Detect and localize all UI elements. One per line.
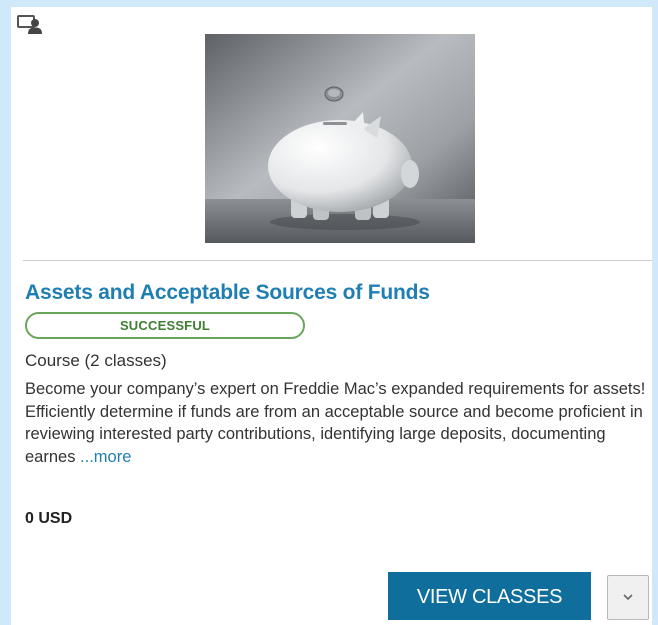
course-description: Become your company’s expert on Freddie … [25,378,649,468]
piggy-bank-image [205,34,475,243]
view-classes-button[interactable]: VIEW CLASSES [388,572,591,620]
more-link[interactable]: ...more [80,448,131,466]
computer-user-icon [17,15,42,34]
course-type-label: Course (2 classes) [25,351,167,370]
price: 0 USD [25,510,73,527]
divider [23,260,652,261]
course-thumbnail[interactable] [205,34,475,243]
course-card: Assets and Acceptable Sources of Funds S… [11,7,653,625]
chevron-down-icon [623,594,633,601]
more-options-dropdown[interactable] [607,575,649,620]
course-title[interactable]: Assets and Acceptable Sources of Funds [25,281,430,305]
status-badge: SUCCESSFUL [25,312,305,339]
